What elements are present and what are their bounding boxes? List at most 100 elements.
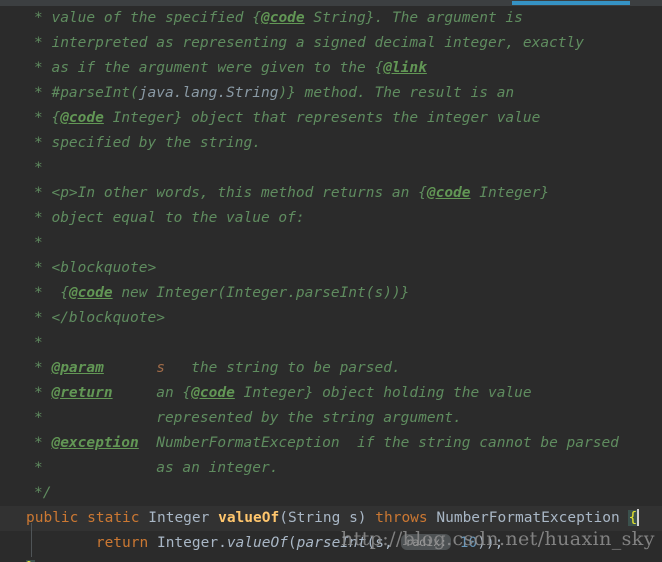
exception-type: NumberFormatException xyxy=(436,510,620,526)
javadoc-star: * xyxy=(34,210,43,226)
return-type: Integer xyxy=(148,510,210,526)
javadoc-line[interactable]: * specified by the string. xyxy=(0,131,662,156)
code-line-closing-brace[interactable]: } xyxy=(0,556,662,562)
javadoc-text: )} method. The result is an xyxy=(278,85,515,101)
javadoc-star: * xyxy=(34,410,43,426)
return-open-paren: ( xyxy=(287,535,297,551)
param-name: s xyxy=(349,510,358,526)
javadoc-line[interactable]: * xyxy=(0,231,662,256)
javadoc-text: { xyxy=(60,285,69,301)
param-type: String xyxy=(287,510,341,526)
javadoc-tag: @code xyxy=(426,185,471,201)
indent-guide-line xyxy=(31,523,32,557)
javadoc-text: object equal to the value of: xyxy=(42,210,305,226)
javadoc-text: { xyxy=(252,10,261,26)
javadoc-star: * xyxy=(34,360,43,376)
javadoc-text: </blockquote> xyxy=(42,310,165,326)
code-line-method-signature[interactable]: public static Integer valueOf(String s) … xyxy=(0,506,662,531)
receiver-expression: Integer. xyxy=(156,535,227,551)
code-editor[interactable]: * value of the specified {@code String}.… xyxy=(0,0,662,562)
javadoc-line[interactable]: * as an integer. xyxy=(0,456,662,481)
javadoc-comment-block: * value of the specified {@code String}.… xyxy=(0,6,662,506)
space-1 xyxy=(78,510,87,526)
javadoc-line[interactable]: * xyxy=(0,331,662,356)
space-4 xyxy=(340,510,349,526)
javadoc-type-ref: java.lang.String xyxy=(138,85,279,101)
javadoc-tag: @code xyxy=(260,10,305,26)
javadoc-text: { xyxy=(51,110,61,126)
javadoc-text: <blockquote> xyxy=(42,260,157,276)
keyword-static: static xyxy=(87,510,140,526)
javadoc-line[interactable]: * #parseInt(java.lang.String)} method. T… xyxy=(0,81,662,106)
javadoc-text: { xyxy=(374,60,384,76)
code-content[interactable]: * value of the specified {@code String}.… xyxy=(0,6,662,562)
javadoc-line[interactable]: * {@code Integer} object that represents… xyxy=(0,106,662,131)
javadoc-text: #parseInt( xyxy=(42,85,139,101)
javadoc-tag: @return xyxy=(51,385,113,401)
space-10 xyxy=(451,535,460,551)
javadoc-text: { xyxy=(182,385,192,401)
javadoc-text: new Integer(Integer.parseInt(s))} xyxy=(112,285,410,301)
javadoc-star: * xyxy=(34,110,43,126)
javadoc-line[interactable]: * @exception NumberFormatException if th… xyxy=(0,431,662,456)
javadoc-star: * xyxy=(34,60,43,76)
javadoc-star: * xyxy=(34,235,43,251)
javadoc-line[interactable]: */ xyxy=(0,481,662,506)
close-paren: ) xyxy=(357,510,367,526)
javadoc-line[interactable]: * @return an {@code Integer} object hold… xyxy=(0,381,662,406)
javadoc-tag: @code xyxy=(60,110,104,126)
called-method-valueof: valueOf xyxy=(226,535,288,551)
javadoc-star: * xyxy=(34,335,43,351)
argument-radix-value: 10 xyxy=(459,535,478,551)
javadoc-star: * xyxy=(34,85,43,101)
code-line-return[interactable]: return Integer.valueOf(parseInt(s, radix… xyxy=(0,531,662,556)
javadoc-text: as an integer. xyxy=(42,460,279,476)
javadoc-line[interactable]: * {@code new Integer(Integer.parseInt(s)… xyxy=(0,281,662,306)
matching-open-brace: { xyxy=(628,510,638,526)
javadoc-star: * xyxy=(34,310,43,326)
return-closers: )); xyxy=(477,535,504,551)
javadoc-text: Integer} xyxy=(470,185,550,201)
javadoc-tag: @code xyxy=(191,385,235,401)
javadoc-tag: @param xyxy=(51,360,104,376)
javadoc-line[interactable]: * as if the argument were given to the {… xyxy=(0,56,662,81)
space-3 xyxy=(209,510,218,526)
javadoc-text xyxy=(43,285,60,301)
text-caret xyxy=(637,508,640,526)
space-2 xyxy=(140,510,149,526)
space-8 xyxy=(148,535,157,551)
indent-1 xyxy=(26,535,96,551)
javadoc-line[interactable]: * <p>In other words, this method returns… xyxy=(0,181,662,206)
javadoc-line[interactable]: * @param s the string to be parsed. xyxy=(0,356,662,381)
javadoc-line[interactable]: * value of the specified {@code String}.… xyxy=(0,6,662,31)
javadoc-text: Integer} object holding the value xyxy=(234,385,532,401)
inline-parameter-hint[interactable]: radix: xyxy=(401,534,451,550)
javadoc-text xyxy=(104,360,156,376)
javadoc-text: the string to be parsed. xyxy=(164,360,401,376)
horizontal-scrollbar-thumb[interactable] xyxy=(512,1,630,5)
javadoc-line[interactable]: * </blockquote> xyxy=(0,306,662,331)
javadoc-star: * xyxy=(34,460,43,476)
javadoc-param-name: s xyxy=(156,360,165,376)
javadoc-text: { xyxy=(418,185,427,201)
javadoc-text: NumberFormatException if the string cann… xyxy=(138,435,619,451)
javadoc-star: * xyxy=(34,160,43,176)
space-5 xyxy=(367,510,376,526)
javadoc-text: as if the argument were given to the xyxy=(42,60,375,76)
javadoc-text: interpreted as representing a signed dec… xyxy=(42,35,584,51)
javadoc-text: String}. The argument is xyxy=(304,10,523,26)
javadoc-text: value of the specified xyxy=(42,10,253,26)
javadoc-line[interactable]: * xyxy=(0,156,662,181)
keyword-public: public xyxy=(26,510,79,526)
javadoc-line[interactable]: * <blockquote> xyxy=(0,256,662,281)
javadoc-star: * xyxy=(34,260,43,276)
javadoc-line[interactable]: * interpreted as representing a signed d… xyxy=(0,31,662,56)
argument-s: s, xyxy=(375,535,393,551)
javadoc-text: represented by the string argument. xyxy=(42,410,462,426)
return-inner-open-paren: ( xyxy=(366,535,376,551)
javadoc-text: Integer} object that represents the inte… xyxy=(103,110,541,126)
javadoc-star: */ xyxy=(34,485,52,501)
javadoc-line[interactable]: * represented by the string argument. xyxy=(0,406,662,431)
javadoc-line[interactable]: * object equal to the value of: xyxy=(0,206,662,231)
javadoc-tag: @exception xyxy=(51,435,139,451)
